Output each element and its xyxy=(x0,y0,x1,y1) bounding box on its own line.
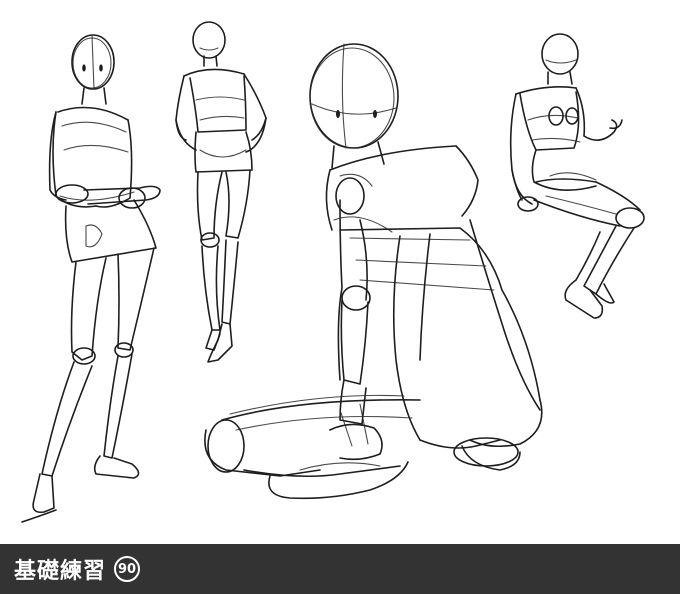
footer-number-badge: 90 xyxy=(114,556,141,582)
figure-sitting-center xyxy=(204,43,543,500)
figure-standing-left xyxy=(21,34,161,523)
figure-sitting-right xyxy=(509,33,645,319)
sketch-canvas xyxy=(0,0,680,544)
footer-bar: 基礎練習 90 xyxy=(0,544,680,594)
footer-title: 基礎練習 xyxy=(14,559,107,584)
figure-standing-center xyxy=(175,21,267,363)
